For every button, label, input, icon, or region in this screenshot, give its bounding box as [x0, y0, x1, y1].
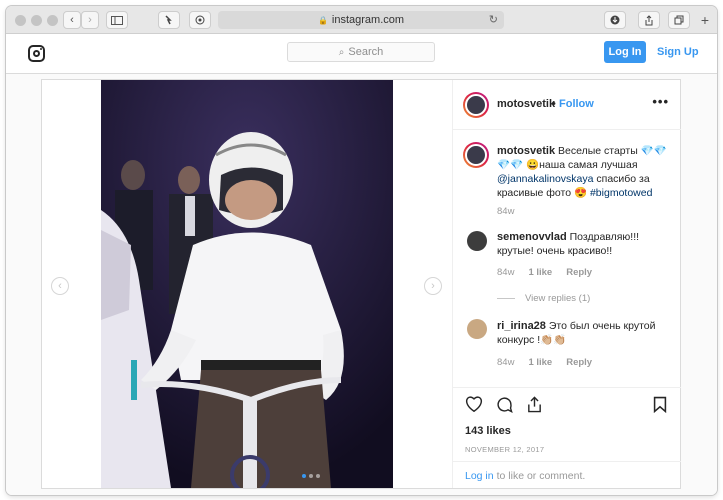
- caption-meta: 84w: [497, 206, 514, 217]
- more-options-icon[interactable]: •••: [652, 94, 669, 109]
- next-media-button[interactable]: ›: [424, 277, 442, 295]
- lock-icon: 🔒: [317, 15, 328, 25]
- zoom-window-button[interactable]: [47, 15, 58, 26]
- reply-button[interactable]: Reply: [566, 357, 592, 368]
- new-tab-button[interactable]: +: [696, 11, 714, 29]
- post-card: ‹ › motosvetik • Follow ••• motosvetik В…: [41, 79, 681, 489]
- heart-icon[interactable]: [465, 396, 483, 412]
- sidebar-button[interactable]: [106, 11, 128, 29]
- share-button[interactable]: [638, 11, 660, 29]
- login-prompt: Log in to like or comment.: [453, 461, 681, 489]
- instagram-header: ⌕ Search Log In Sign Up: [6, 34, 717, 74]
- post-author-username[interactable]: motosvetik: [497, 98, 555, 110]
- browser-toolbar: ‹ › 🔒 instagram.com ↻ +: [6, 6, 717, 34]
- reply-button[interactable]: Reply: [566, 267, 592, 278]
- caption-hashtag[interactable]: #bigmotowed: [590, 187, 652, 199]
- post-header: motosvetik • Follow •••: [453, 80, 681, 130]
- bookmark-icon[interactable]: [653, 396, 667, 413]
- chevron-right-icon: ›: [431, 280, 435, 292]
- avatar[interactable]: [467, 319, 487, 339]
- search-placeholder: Search: [348, 46, 384, 58]
- extension-button[interactable]: [158, 11, 180, 29]
- download-icon: [610, 15, 620, 25]
- downloads-button[interactable]: [604, 11, 626, 29]
- comment-likes[interactable]: 1 like: [528, 267, 552, 278]
- replies-divider: [497, 298, 515, 299]
- comment: ri_irina28 Это был очень крутой конкурс …: [497, 319, 673, 347]
- comment: semenovvlad Поздравляю!!!крутые! очень к…: [497, 230, 673, 258]
- previous-media-button[interactable]: ‹: [51, 277, 69, 295]
- caption-mention[interactable]: @jannakalinovskaya: [497, 173, 593, 185]
- post-caption: motosvetik Веселые старты 💎💎💎💎 😀наша сам…: [497, 144, 673, 200]
- forward-button[interactable]: ›: [81, 11, 99, 29]
- comment-meta: 84w 1 like Reply: [497, 267, 592, 278]
- post-actions: 143 likes NOVEMBER 12, 2017 Log in to li…: [453, 387, 681, 488]
- carousel-indicator: [302, 474, 320, 478]
- minimize-window-button[interactable]: [31, 15, 42, 26]
- instagram-logo-icon[interactable]: [28, 45, 45, 62]
- plus-icon: +: [700, 12, 710, 28]
- rider-on-bicycle-photo: [101, 80, 393, 488]
- login-link[interactable]: Log in: [465, 470, 494, 482]
- view-replies-label: View replies (1): [525, 293, 591, 304]
- avatar[interactable]: [463, 92, 489, 118]
- privacy-icon: [195, 15, 205, 25]
- privacy-button[interactable]: [189, 11, 211, 29]
- tabs-overview-button[interactable]: [668, 11, 690, 29]
- back-button[interactable]: ‹: [63, 11, 81, 29]
- comment-likes[interactable]: 1 like: [528, 357, 552, 368]
- carousel-dot: [309, 474, 313, 478]
- post-photo[interactable]: [101, 80, 393, 488]
- comment-meta: 84w 1 like Reply: [497, 357, 592, 368]
- tabs-icon: [674, 15, 684, 25]
- post-media: ‹ ›: [42, 80, 452, 488]
- avatar[interactable]: [463, 142, 489, 168]
- post-date: NOVEMBER 12, 2017: [465, 445, 545, 454]
- follow-button[interactable]: Follow: [559, 98, 594, 110]
- comment-author[interactable]: ri_irina28: [497, 320, 546, 332]
- comment-icon[interactable]: [496, 396, 513, 413]
- page-content: ‹ › motosvetik • Follow ••• motosvetik В…: [6, 74, 717, 495]
- sidebar-icon: [111, 15, 123, 25]
- signup-link[interactable]: Sign Up: [657, 46, 699, 58]
- browser-window: ‹ › 🔒 instagram.com ↻ + ⌕ Search Log In …: [6, 6, 717, 495]
- comment-author[interactable]: semenovvlad: [497, 231, 567, 243]
- share-icon: [645, 14, 653, 25]
- chevron-left-icon: ‹: [70, 14, 74, 26]
- extension-icon: [165, 15, 172, 25]
- comment-time[interactable]: 84w: [497, 267, 514, 278]
- carousel-dot: [316, 474, 320, 478]
- share-icon[interactable]: [526, 396, 543, 413]
- carousel-dot: [302, 474, 306, 478]
- post-sidebar: motosvetik • Follow ••• motosvetik Весел…: [452, 80, 681, 488]
- reload-icon[interactable]: ↻: [489, 13, 498, 26]
- view-replies-button[interactable]: View replies (1): [497, 293, 590, 304]
- address-bar-url: instagram.com: [331, 14, 405, 26]
- avatar[interactable]: [467, 231, 487, 251]
- close-window-button[interactable]: [15, 15, 26, 26]
- chevron-left-icon: ‹: [58, 280, 62, 292]
- caption-author[interactable]: motosvetik: [497, 145, 555, 157]
- separator-dot: •: [552, 98, 556, 110]
- likes-count[interactable]: 143 likes: [465, 425, 511, 437]
- chevron-right-icon: ›: [88, 14, 92, 26]
- search-icon: ⌕: [338, 46, 345, 58]
- caption-time[interactable]: 84w: [497, 206, 514, 217]
- login-prompt-text: to like or comment.: [496, 469, 586, 482]
- comment-time[interactable]: 84w: [497, 357, 514, 368]
- login-button[interactable]: Log In: [604, 41, 646, 63]
- address-bar[interactable]: 🔒 instagram.com ↻: [218, 11, 504, 29]
- search-input[interactable]: ⌕ Search: [287, 42, 435, 62]
